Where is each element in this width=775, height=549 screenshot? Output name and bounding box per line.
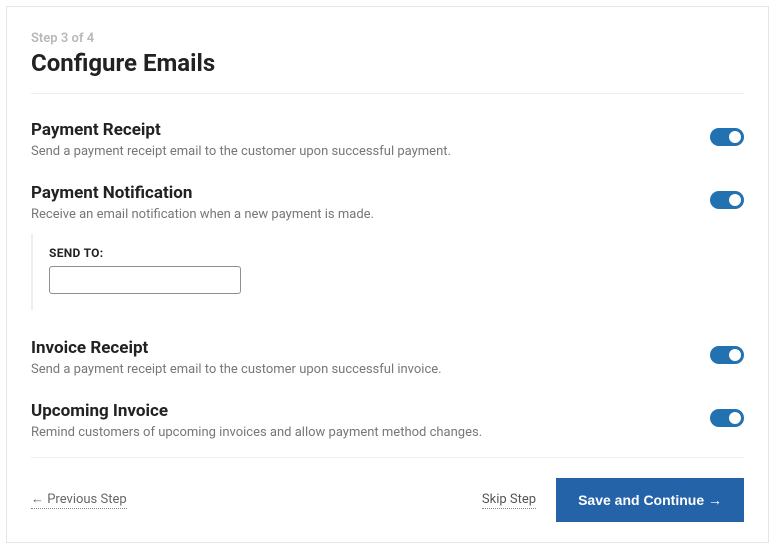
section-text: Payment Notification Receive an email no… [31,183,710,222]
section-text: Upcoming Invoice Remind customers of upc… [31,401,710,440]
configure-emails-panel: Step 3 of 4 Configure Emails Payment Rec… [6,6,769,543]
page-title: Configure Emails [31,49,744,77]
skip-step-link[interactable]: Skip Step [482,492,536,509]
section-payment-receipt: Payment Receipt Send a payment receipt e… [31,120,744,159]
payment-notification-title: Payment Notification [31,183,686,203]
invoice-receipt-toggle[interactable] [710,346,744,364]
previous-step-link[interactable]: ← Previous Step [31,491,127,509]
send-to-container: SEND TO: [31,234,744,310]
payment-notification-desc: Receive an email notification when a new… [31,207,686,222]
section-text: Invoice Receipt Send a payment receipt e… [31,338,710,377]
footer: ← Previous Step Skip Step Save and Conti… [31,457,744,522]
save-and-continue-button[interactable]: Save and Continue → [556,478,744,522]
invoice-receipt-title: Invoice Receipt [31,338,686,358]
section-upcoming-invoice: Upcoming Invoice Remind customers of upc… [31,401,744,440]
upcoming-invoice-desc: Remind customers of upcoming invoices an… [31,425,686,440]
payment-notification-toggle[interactable] [710,191,744,209]
payment-receipt-desc: Send a payment receipt email to the cust… [31,144,686,159]
send-to-input[interactable] [49,266,241,294]
section-payment-notification: Payment Notification Receive an email no… [31,183,744,222]
payment-receipt-toggle[interactable] [710,128,744,146]
header-divider [31,93,744,94]
invoice-receipt-desc: Send a payment receipt email to the cust… [31,362,686,377]
upcoming-invoice-toggle[interactable] [710,409,744,427]
step-indicator: Step 3 of 4 [31,31,744,46]
payment-receipt-title: Payment Receipt [31,120,686,140]
section-text: Payment Receipt Send a payment receipt e… [31,120,710,159]
upcoming-invoice-title: Upcoming Invoice [31,401,686,421]
section-invoice-receipt: Invoice Receipt Send a payment receipt e… [31,338,744,377]
send-to-label: SEND TO: [49,246,728,260]
